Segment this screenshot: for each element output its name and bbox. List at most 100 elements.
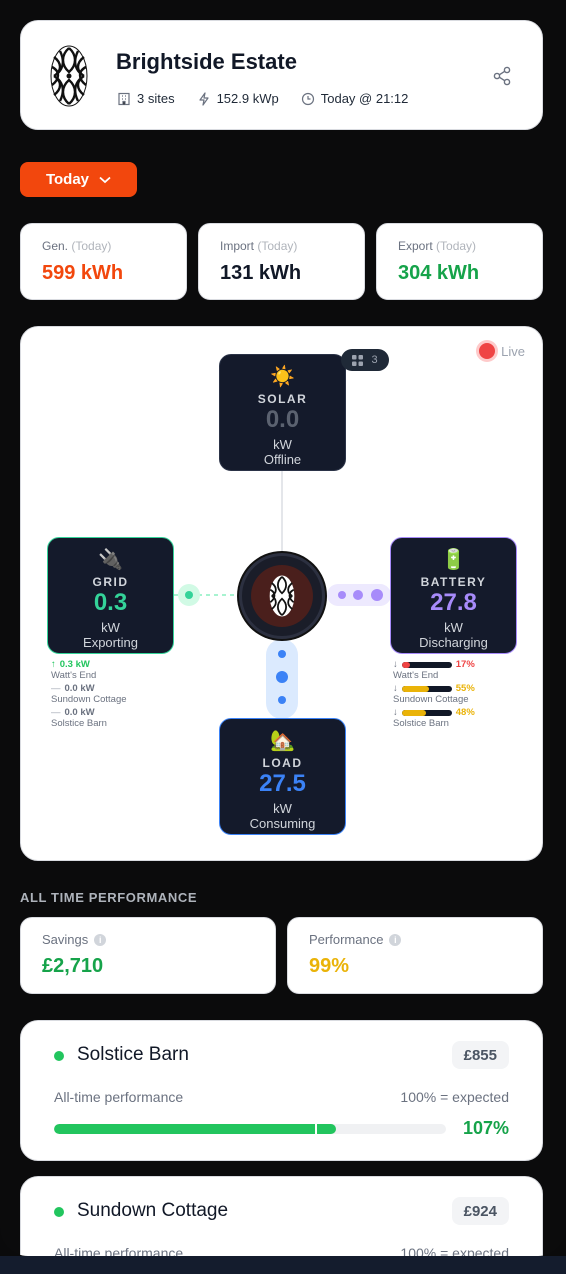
- battery-level-bar: [401, 710, 452, 716]
- grid-site-name: Watt's End: [51, 670, 97, 681]
- load-node[interactable]: 🏡 LOAD 27.5 kW Consuming: [219, 718, 346, 835]
- performance-label-row: Performance i: [309, 932, 402, 947]
- savings-card: Savings i £2,710: [20, 917, 276, 994]
- load-unit: kW: [273, 801, 292, 816]
- dash-icon: —: [51, 706, 61, 718]
- load-flow-dot: [278, 696, 286, 704]
- battery-site-name: Solstice Barn: [393, 718, 449, 729]
- sites-count: 3 sites: [117, 91, 175, 106]
- down-arrow-icon: ↓: [393, 658, 398, 670]
- battery-flow-dot: [338, 591, 346, 599]
- period-dropdown-button[interactable]: Today: [20, 162, 137, 197]
- app-frame: Brightside Estate 3 sites 152.9 kWp Toda…: [0, 0, 566, 1256]
- performance-label: Performance: [309, 932, 384, 947]
- site-card[interactable]: Sundown Cottage £924 All-time performanc…: [20, 1176, 543, 1256]
- grid-site-list: ↑ 0.3 kW Watt's End — 0.0 kW Sundown Cot…: [51, 659, 127, 731]
- site-card[interactable]: Solstice Barn £855 All-time performance …: [20, 1020, 543, 1161]
- stat-label: Export (Today): [398, 239, 477, 253]
- online-status-dot: [54, 1207, 64, 1217]
- grid-node[interactable]: 🔌 GRID 0.3 kW Exporting: [47, 537, 174, 654]
- estate-hub[interactable]: [239, 553, 325, 639]
- info-icon[interactable]: i: [389, 933, 402, 946]
- dash-icon: —: [51, 682, 61, 694]
- grid-site-name: Solstice Barn: [51, 718, 107, 729]
- timestamp: Today @ 21:12: [301, 91, 409, 106]
- battery-flow-dot: [353, 590, 363, 600]
- solar-status: Offline: [263, 452, 302, 467]
- battery-unit: kW: [444, 620, 463, 635]
- export-value: 304 kWh: [398, 262, 480, 284]
- import-stat-card: Import (Today) 131 kWh: [198, 223, 365, 300]
- clock-icon: [301, 92, 314, 105]
- stat-label: Gen. (Today): [42, 239, 112, 253]
- site-header-card: Brightside Estate 3 sites 152.9 kWp Toda…: [20, 20, 543, 130]
- generation-stat-card: Gen. (Today) 599 kWh: [20, 223, 187, 300]
- capacity: 152.9 kWp: [197, 91, 279, 106]
- battery-flow-dot: [371, 589, 383, 601]
- down-arrow-icon: ↓: [393, 682, 398, 694]
- site-performance-label: All-time performance: [54, 1089, 184, 1105]
- solar-node[interactable]: ☀️ SOLAR 0.0 kW Offline: [219, 354, 346, 471]
- battery-node[interactable]: 🔋 BATTERY 27.8 kW Discharging: [390, 537, 517, 654]
- site-performance-bar: [54, 1124, 446, 1134]
- export-stat-card: Export (Today) 304 kWh: [376, 223, 543, 300]
- battery-site-name: Sundown Cottage: [393, 694, 469, 705]
- site-savings-badge: £855: [451, 1041, 509, 1069]
- grid-site-value: 0.3 kW: [59, 658, 90, 670]
- battery-site-list: ↓ 17% Watt's End ↓ 55% Sundown Cottage ↓…: [393, 659, 475, 731]
- site-savings-badge: £924: [451, 1197, 509, 1225]
- section-title: ALL TIME PERFORMANCE: [20, 890, 198, 905]
- estate-meta: 3 sites 152.9 kWp Today @ 21:12: [117, 91, 408, 106]
- solar-unit: kW: [273, 437, 292, 452]
- site-performance-pct: 107%: [462, 1118, 509, 1138]
- hub-logo-backdrop: [251, 565, 313, 627]
- performance-value: 99%: [309, 955, 350, 977]
- import-value: 131 kWh: [220, 262, 302, 284]
- battery-pct: 48%: [455, 706, 475, 718]
- grid-flow-dot: [185, 591, 193, 599]
- sun-icon: ☀️: [270, 366, 295, 388]
- battery-status: Discharging: [419, 635, 488, 650]
- plug-icon: 🔌: [98, 549, 123, 571]
- savings-label-row: Savings i: [42, 932, 107, 947]
- bolt-icon: [198, 91, 209, 106]
- site-expected-label: 100% = expected: [400, 1089, 509, 1105]
- grid-value: 0.3: [93, 589, 128, 616]
- down-arrow-icon: ↓: [393, 706, 398, 718]
- grid-site-value: 0.0 kW: [64, 682, 95, 694]
- solar-value: 0.0: [265, 406, 300, 433]
- site-name: Solstice Barn: [77, 1044, 189, 1065]
- capacity-text: 152.9 kWp: [216, 91, 279, 106]
- battery-level-bar: [401, 662, 452, 668]
- performance-card: Performance i 99%: [287, 917, 543, 994]
- savings-value: £2,710: [42, 955, 104, 977]
- estate-title: Brightside Estate: [116, 49, 297, 74]
- grid-unit: kW: [101, 620, 120, 635]
- site-name: Sundown Cottage: [77, 1200, 229, 1221]
- grid-label: GRID: [92, 575, 129, 589]
- solar-label: SOLAR: [257, 392, 308, 406]
- badge-count: 3: [371, 354, 378, 366]
- sites-text: 3 sites: [137, 91, 175, 106]
- site-performance-label: All-time performance: [54, 1245, 184, 1256]
- load-label: LOAD: [262, 756, 303, 770]
- info-icon[interactable]: i: [94, 933, 107, 946]
- site-expected-label: 100% = expected: [400, 1245, 509, 1256]
- bottom-band: [0, 1256, 566, 1274]
- online-status-dot: [54, 1051, 64, 1061]
- grid-site-name: Sundown Cottage: [51, 694, 127, 705]
- estate-logo-icon: [269, 575, 295, 617]
- performance-bar-fill: [54, 1124, 337, 1134]
- site-count-badge[interactable]: 3: [341, 349, 389, 371]
- load-flow-dot: [278, 650, 286, 658]
- share-icon[interactable]: [492, 66, 512, 86]
- generation-value: 599 kWh: [42, 262, 124, 284]
- house-icon: 🏡: [270, 730, 295, 752]
- grid-site-value: 0.0 kW: [64, 706, 95, 718]
- load-status: Consuming: [249, 816, 316, 831]
- grid-layout-icon: [352, 354, 364, 366]
- stat-label: Import (Today): [220, 239, 298, 253]
- timestamp-text: Today @ 21:12: [320, 91, 409, 106]
- load-value: 27.5: [259, 770, 306, 797]
- battery-pct: 17%: [455, 658, 475, 670]
